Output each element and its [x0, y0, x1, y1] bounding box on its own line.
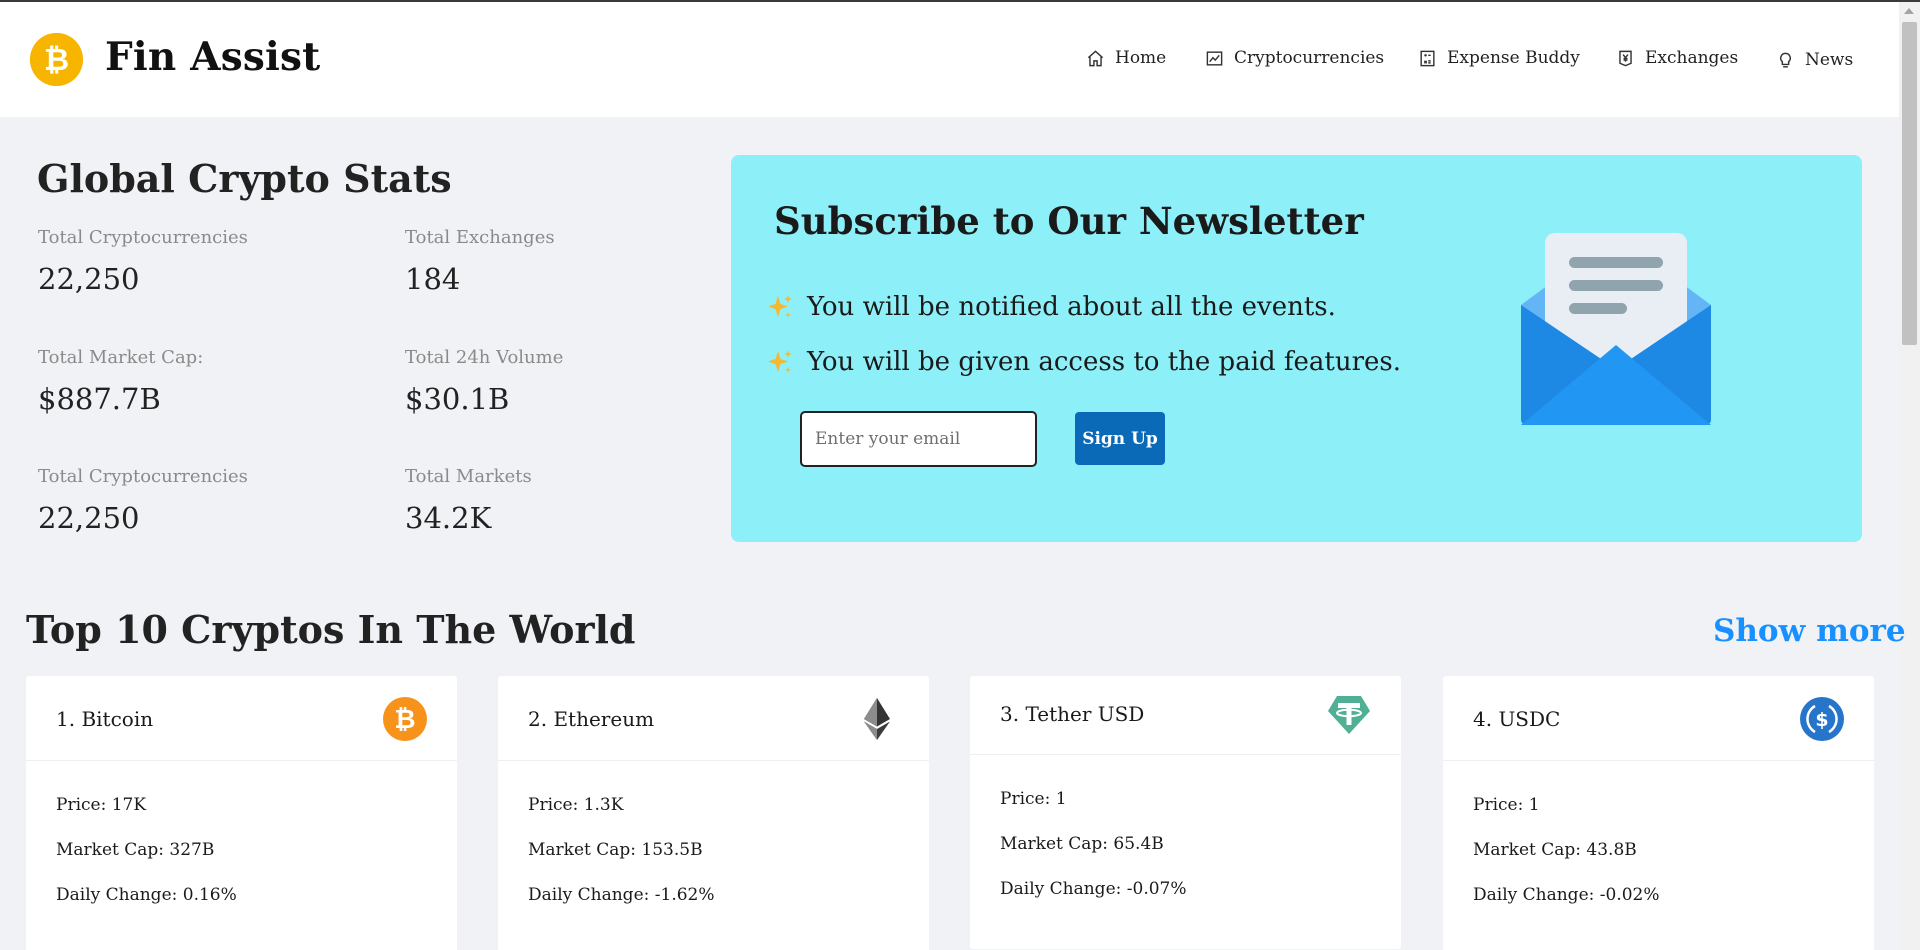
stat-total-cryptocurrencies: Total Cryptocurrencies 22,250 — [38, 227, 248, 296]
card-price: Price: 1 — [1473, 795, 1540, 815]
card-title: 4. USDC — [1473, 707, 1561, 731]
newsletter-point-text: You will be given access to the paid fea… — [807, 347, 1402, 377]
stats-title: Global Crypto Stats — [37, 156, 452, 201]
card-header: 3. Tether USD — [970, 676, 1401, 755]
card-body: Price: 17K Market Cap: 327B Daily Change… — [26, 761, 457, 930]
nav-item-home[interactable]: Home — [1086, 48, 1166, 68]
top-cryptos-title: Top 10 Cryptos In The World — [26, 607, 636, 652]
nav-expense-buddy-label: Expense Buddy — [1447, 48, 1580, 68]
stat-total-exchanges: Total Exchanges 184 — [405, 227, 555, 296]
newsletter-point: You will be given access to the paid fea… — [765, 347, 1401, 377]
card-body: Price: 1 Market Cap: 65.4B Daily Change:… — [970, 755, 1401, 924]
card-market-cap: Market Cap: 153.5B — [528, 840, 703, 860]
nav-item-expense-buddy[interactable]: Expense Buddy — [1418, 48, 1580, 68]
bulb-icon — [1780, 52, 1791, 68]
card-title: 1. Bitcoin — [56, 707, 154, 731]
nav-item-news[interactable]: News — [1776, 50, 1853, 70]
svg-text:₿: ₿ — [44, 42, 69, 78]
card-market-cap: Market Cap: 65.4B — [1000, 834, 1164, 854]
crypto-card-tether[interactable]: 3. Tether USD Price: 1 Market Cap: 65.4B… — [970, 676, 1401, 949]
show-more-link[interactable]: Show more — [1713, 613, 1906, 649]
card-price: Price: 17K — [56, 795, 147, 815]
stat-value: $30.1B — [405, 382, 510, 416]
calculator-icon — [1420, 50, 1435, 66]
stat-total-24h-volume: Total 24h Volume $30.1B — [405, 347, 563, 416]
sparkles-icon — [768, 295, 792, 318]
money-collect-icon — [1619, 50, 1632, 66]
stat-total-cryptocurrencies-2: Total Cryptocurrencies 22,250 — [38, 466, 248, 535]
nav-cryptocurrencies-label: Cryptocurrencies — [1234, 48, 1385, 68]
stat-value: $887.7B — [38, 382, 161, 416]
card-title: 2. Ethereum — [528, 707, 655, 731]
stat-total-market-cap: Total Market Cap: $887.7B — [38, 347, 203, 416]
stat-value: 184 — [405, 262, 461, 296]
stat-value: 34.2K — [405, 501, 492, 535]
envelope-icon — [1521, 233, 1711, 425]
card-header: 2. Ethereum — [498, 676, 929, 761]
card-price: Price: 1.3K — [528, 795, 624, 815]
signup-button[interactable]: Sign Up — [1075, 412, 1165, 465]
app-header: ₿ Fin Assist Home Cryptocurrencies Expen… — [0, 2, 1899, 117]
card-market-cap: Market Cap: 43.8B — [1473, 840, 1637, 860]
card-daily-change: Daily Change: -0.02% — [1473, 885, 1660, 905]
stat-value: 22,250 — [38, 501, 140, 535]
crypto-card-ethereum[interactable]: 2. Ethereum Price: 1.3K Market Cap: 153.… — [498, 676, 929, 950]
stat-total-markets: Total Markets 34.2K — [405, 466, 532, 535]
tether-icon — [1328, 696, 1370, 734]
ethereum-icon — [864, 698, 890, 740]
card-daily-change: Daily Change: -1.62% — [528, 885, 715, 905]
crypto-card-bitcoin[interactable]: 1. Bitcoin ₿ Price: 17K Market Cap: 327B… — [26, 676, 457, 950]
home-icon — [1087, 49, 1104, 66]
newsletter-point: You will be notified about all the event… — [765, 292, 1336, 322]
bitcoin-icon: ₿ — [383, 697, 427, 741]
nav-item-exchanges[interactable]: Exchanges — [1616, 48, 1738, 68]
stat-label: Total Cryptocurrencies — [38, 466, 248, 487]
svg-text:₿: ₿ — [394, 705, 415, 735]
nav-exchanges-label: Exchanges — [1645, 48, 1739, 68]
bitcoin-logo-icon[interactable]: ₿ — [30, 33, 83, 86]
page-scrollbar[interactable] — [1899, 2, 1920, 950]
stat-label: Total 24h Volume — [405, 347, 564, 368]
newsletter-point-text: You will be notified about all the event… — [807, 292, 1336, 322]
card-body: Price: 1 Market Cap: 43.8B Daily Change:… — [1443, 761, 1874, 930]
card-header: 1. Bitcoin ₿ — [26, 676, 457, 761]
stat-label: Total Markets — [405, 466, 532, 487]
line-chart-icon — [1206, 50, 1223, 66]
brand-title[interactable]: Fin Assist — [105, 34, 320, 80]
scrollbar-thumb[interactable] — [1902, 22, 1917, 345]
crypto-card-usdc[interactable]: 4. USDC $ Price: 1 Market Cap: 43.8B Dai… — [1443, 676, 1874, 950]
newsletter-panel: Subscribe to Our Newsletter You will be … — [731, 155, 1862, 542]
card-daily-change: Daily Change: -0.07% — [1000, 879, 1187, 899]
card-price: Price: 1 — [1000, 789, 1067, 809]
card-header: 4. USDC $ — [1443, 676, 1874, 761]
newsletter-title: Subscribe to Our Newsletter — [774, 199, 1364, 243]
card-title: 3. Tether USD — [1000, 702, 1145, 726]
nav-news-label: News — [1805, 50, 1854, 70]
stat-value: 22,250 — [38, 262, 140, 296]
stat-label: Total Cryptocurrencies — [38, 227, 248, 248]
scroll-up-arrow-icon[interactable] — [1904, 8, 1914, 14]
stat-label: Total Exchanges — [405, 227, 555, 248]
svg-text:$: $ — [1815, 709, 1828, 731]
card-market-cap: Market Cap: 327B — [56, 840, 215, 860]
card-body: Price: 1.3K Market Cap: 153.5B Daily Cha… — [498, 761, 929, 930]
sparkles-icon — [768, 350, 792, 373]
nav-home-label: Home — [1115, 48, 1167, 68]
usdc-icon: $ — [1800, 697, 1844, 741]
email-input[interactable] — [800, 411, 1037, 467]
stat-label: Total Market Cap: — [38, 347, 204, 368]
card-daily-change: Daily Change: 0.16% — [56, 885, 237, 905]
nav-item-cryptocurrencies[interactable]: Cryptocurrencies — [1205, 48, 1384, 68]
